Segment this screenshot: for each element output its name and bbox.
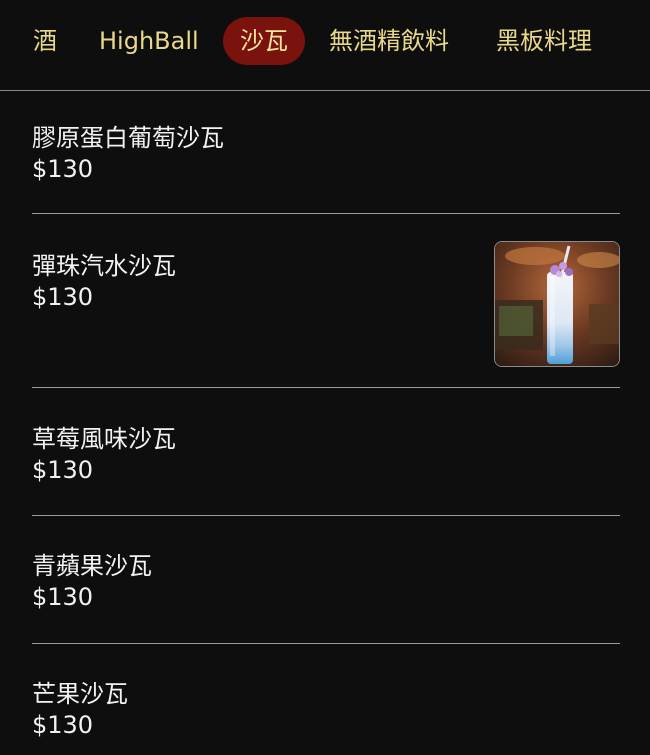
tab-non-alcoholic[interactable]: 無酒精飲料	[329, 17, 449, 65]
menu-item[interactable]: 草莓風味沙瓦 $130	[32, 388, 620, 516]
item-price: $130	[32, 711, 94, 739]
item-price: $130	[32, 155, 94, 183]
tab-blackboard-dishes[interactable]: 黑板料理	[496, 17, 592, 65]
menu-item[interactable]: 芒果沙瓦 $130	[32, 644, 620, 754]
menu-item[interactable]: 彈珠汽水沙瓦 $130	[32, 214, 620, 388]
category-tab-bar: 酒 HighBall 沙瓦 無酒精飲料 黑板料理	[0, 0, 650, 91]
item-name: 青蘋果沙瓦	[32, 552, 152, 580]
item-price: $130	[32, 456, 94, 484]
tab-highball[interactable]: HighBall	[99, 17, 199, 65]
drink-photo-image	[495, 242, 619, 366]
item-name: 草莓風味沙瓦	[32, 425, 176, 453]
menu-item[interactable]: 青蘋果沙瓦 $130	[32, 516, 620, 644]
item-name: 膠原蛋白葡萄沙瓦	[32, 124, 224, 152]
tab-liquor[interactable]: 酒	[33, 17, 57, 65]
item-name: 芒果沙瓦	[32, 680, 128, 708]
tab-sour[interactable]: 沙瓦	[223, 17, 305, 65]
item-photo[interactable]	[494, 241, 620, 367]
menu-item[interactable]: 膠原蛋白葡萄沙瓦 $130	[32, 92, 620, 214]
item-name: 彈珠汽水沙瓦	[32, 252, 176, 280]
item-price: $130	[32, 583, 94, 611]
item-price: $130	[32, 283, 94, 311]
menu-item-list: 膠原蛋白葡萄沙瓦 $130 彈珠汽水沙瓦 $130 草莓風味沙瓦 $130 青蘋…	[32, 92, 620, 754]
